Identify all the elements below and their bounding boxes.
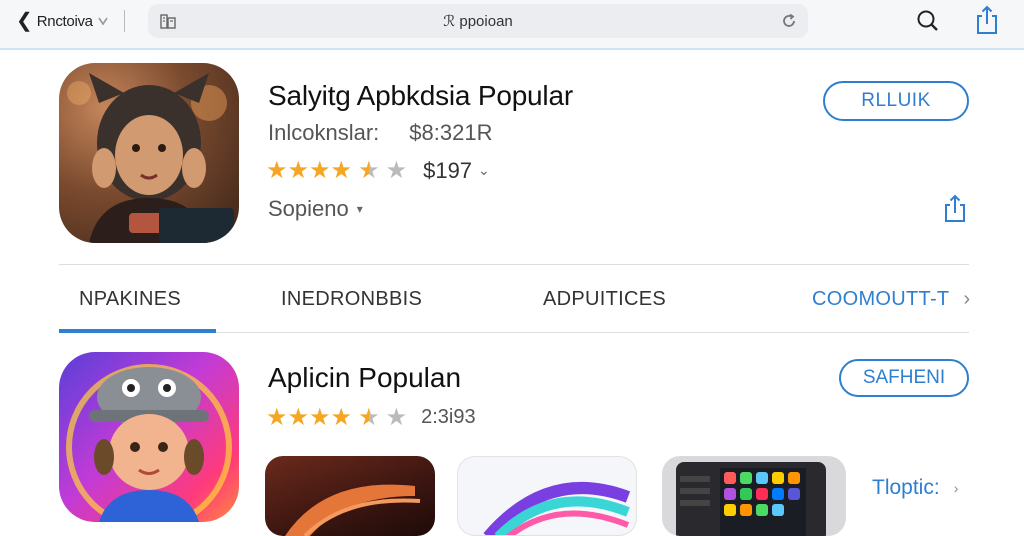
app-icon[interactable] bbox=[59, 63, 239, 243]
app-price-info: $8:321R bbox=[409, 120, 493, 145]
avatar-illustration bbox=[67, 73, 234, 243]
caret-down-icon: ▾ bbox=[356, 202, 363, 216]
screenshot-art bbox=[285, 484, 421, 536]
rating-stars: ★★★★ ★ ★ $197 ⌄ bbox=[266, 156, 490, 185]
tab-adpuitices[interactable]: ADPUITICES bbox=[543, 288, 666, 311]
app-icon[interactable] bbox=[59, 352, 239, 522]
chevron-right-icon[interactable]: › bbox=[963, 288, 970, 311]
chevron-down-icon bbox=[98, 17, 108, 26]
screenshot-thumbnail[interactable] bbox=[457, 456, 637, 536]
app-subline: Inlcoknslar: $8:321R bbox=[268, 120, 492, 146]
get-app-button[interactable]: SAFHENI bbox=[839, 359, 969, 397]
share-icon[interactable] bbox=[974, 4, 1000, 36]
rating-stars: ★★★★ ★ ★ 2:3i93 bbox=[266, 403, 476, 432]
search-icon[interactable] bbox=[914, 7, 942, 35]
star-icon-full: ★★★★ bbox=[266, 404, 353, 431]
top-navigation-bar: ❮ Rnctoiva ℛ ppoioan bbox=[0, 0, 1024, 50]
phone-screenshot-art bbox=[676, 462, 826, 536]
share-icon[interactable] bbox=[942, 194, 968, 224]
get-app-button[interactable]: RLLUIK bbox=[823, 81, 969, 121]
chevron-right-icon[interactable]: › bbox=[954, 480, 959, 496]
tab-coomoutt-label[interactable]: COOMOUTT-T bbox=[812, 288, 949, 311]
reload-icon[interactable] bbox=[780, 12, 798, 30]
star-empty-icon: ★ bbox=[385, 157, 408, 184]
rating-count: 2:3i93 bbox=[421, 406, 476, 428]
star-half-icon: ★ bbox=[358, 404, 380, 431]
star-half-icon: ★ bbox=[358, 157, 380, 184]
section-divider bbox=[59, 264, 969, 265]
star-icon-full: ★★★★ bbox=[266, 157, 353, 184]
address-bar-text[interactable]: ℛ ppoioan bbox=[148, 12, 808, 30]
back-button[interactable]: ❮ Rnctoiva bbox=[16, 10, 109, 32]
chevron-down-icon[interactable]: ⌄ bbox=[478, 162, 490, 179]
app-price: $197 bbox=[423, 157, 473, 183]
address-bar[interactable]: ℛ ppoioan bbox=[148, 4, 808, 38]
screenshot-thumbnail[interactable] bbox=[265, 456, 435, 536]
app-category: Inlcoknslar: bbox=[268, 120, 380, 145]
screenshot-art bbox=[483, 482, 631, 535]
active-tab-indicator bbox=[59, 329, 216, 333]
app-title: Aplicin Populan bbox=[268, 362, 462, 393]
developer-name[interactable]: Sopieno bbox=[268, 196, 349, 222]
app-title: Salyitg Apbkdsia Popular bbox=[268, 80, 573, 111]
screenshot-thumbnail[interactable] bbox=[662, 456, 846, 536]
tab-inedronbbis[interactable]: INEDRONBBIS bbox=[281, 288, 422, 311]
developer-link[interactable]: Sopieno ▾ bbox=[268, 196, 363, 222]
avatar-illustration bbox=[66, 364, 232, 522]
tab-coomoutt[interactable]: COOMOUTT-T › bbox=[812, 288, 970, 311]
back-button-label: Rnctoiva bbox=[36, 12, 93, 30]
toolbar-divider bbox=[124, 10, 125, 32]
more-link-label[interactable]: Tloptic: bbox=[872, 476, 940, 500]
chevron-left-icon: ❮ bbox=[16, 10, 33, 32]
tab-npakines[interactable]: NPAKINES bbox=[79, 288, 181, 311]
more-link[interactable]: Tloptic: › bbox=[872, 476, 958, 500]
star-empty-icon: ★ bbox=[385, 404, 408, 431]
